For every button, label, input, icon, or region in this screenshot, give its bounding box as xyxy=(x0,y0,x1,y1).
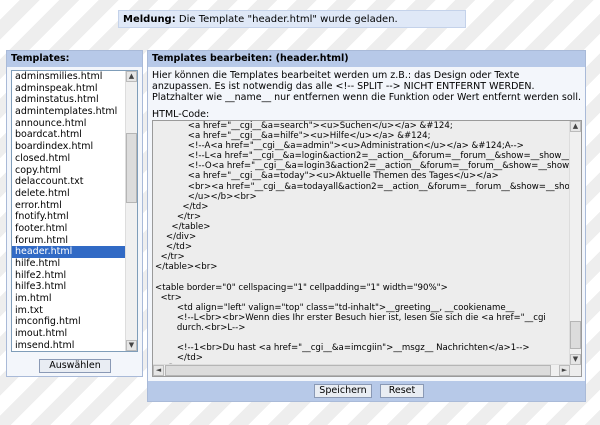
editor-horizontal-scrollbar[interactable]: ◄ ► xyxy=(153,364,570,376)
template-list-item[interactable]: forum.html xyxy=(12,235,125,247)
scroll-down-icon[interactable]: ▼ xyxy=(126,340,137,351)
editor-panel-title: Templates bearbeiten: (header.html) xyxy=(148,51,585,67)
editor-vertical-scrollbar[interactable]: ▲ ▼ xyxy=(569,121,581,365)
scrollbar-thumb[interactable] xyxy=(165,365,551,376)
template-list-item[interactable]: hilfe3.html xyxy=(12,281,125,293)
template-editor-panel: Templates bearbeiten: (header.html) Hier… xyxy=(147,50,586,402)
scroll-down-icon[interactable]: ▼ xyxy=(570,354,581,365)
template-list-item[interactable]: delete.html xyxy=(12,188,125,200)
template-list-item[interactable]: error.html xyxy=(12,200,125,212)
html-code-label: HTML-Code: xyxy=(152,109,210,120)
scrollbar-thumb[interactable] xyxy=(126,133,137,203)
template-list-item[interactable]: boardindex.html xyxy=(12,141,125,153)
editor-button-bar: Speichern Reset xyxy=(148,381,585,401)
html-code-textarea[interactable]: <a href="__cgi__&a=search"><u>Suchen</u>… xyxy=(152,120,582,377)
template-list-item[interactable]: adminspeak.html xyxy=(12,83,125,95)
templates-panel: Templates: adminsmilies.html adminspeak.h… xyxy=(6,50,143,377)
templates-list: adminsmilies.html adminspeak.html adminsta… xyxy=(12,71,125,353)
scroll-up-icon[interactable]: ▲ xyxy=(126,71,137,82)
template-list-item[interactable]: admintemplates.html xyxy=(12,106,125,118)
template-list-item[interactable]: imsend.html xyxy=(12,340,125,351)
select-template-button[interactable]: Auswählen xyxy=(39,359,111,373)
template-list-item[interactable]: hilfe2.html xyxy=(12,270,125,282)
status-message-label: Meldung: xyxy=(123,14,176,25)
template-list-item[interactable]: boardcat.html xyxy=(12,129,125,141)
status-message: Meldung: Die Template "header.html" wurd… xyxy=(118,10,466,28)
template-list-item[interactable]: copy.html xyxy=(12,165,125,177)
html-code-content[interactable]: <a href="__cgi__&a=search"><u>Suchen</u>… xyxy=(155,121,569,364)
template-list-item[interactable]: fnotify.html xyxy=(12,211,125,223)
templates-panel-title: Templates: xyxy=(7,51,142,67)
template-list-item[interactable]: adminstatus.html xyxy=(12,94,125,106)
templates-list-scrollbar[interactable]: ▲ ▼ xyxy=(125,71,137,351)
save-button[interactable]: Speichern xyxy=(314,384,372,398)
scrollbar-thumb[interactable] xyxy=(570,321,581,349)
editor-description: Hier können die Templates bearbeitet wer… xyxy=(152,70,581,103)
template-list-item[interactable]: im.txt xyxy=(12,305,125,317)
template-list-item[interactable]: footer.html xyxy=(12,223,125,235)
template-list-item[interactable]: imconfig.html xyxy=(12,316,125,328)
templates-listbox[interactable]: adminsmilies.html adminspeak.html adminsta… xyxy=(11,70,138,352)
template-list-item[interactable]: delaccount.txt xyxy=(12,176,125,188)
template-list-item[interactable]: im.html xyxy=(12,293,125,305)
scroll-right-icon[interactable]: ► xyxy=(559,365,570,376)
template-list-item[interactable]: ip.html xyxy=(12,352,125,353)
template-list-item[interactable]: hilfe.html xyxy=(12,258,125,270)
template-list-item[interactable]: announce.html xyxy=(12,118,125,130)
reset-button[interactable]: Reset xyxy=(380,384,424,398)
template-list-item[interactable]: header.html xyxy=(12,246,125,258)
scroll-up-icon[interactable]: ▲ xyxy=(570,121,581,132)
template-list-item[interactable]: adminsmilies.html xyxy=(12,71,125,83)
scroll-left-icon[interactable]: ◄ xyxy=(153,365,164,376)
status-message-text: Die Template "header.html" wurde geladen… xyxy=(175,14,398,25)
template-list-item[interactable]: closed.html xyxy=(12,153,125,165)
template-list-item[interactable]: imout.html xyxy=(12,328,125,340)
